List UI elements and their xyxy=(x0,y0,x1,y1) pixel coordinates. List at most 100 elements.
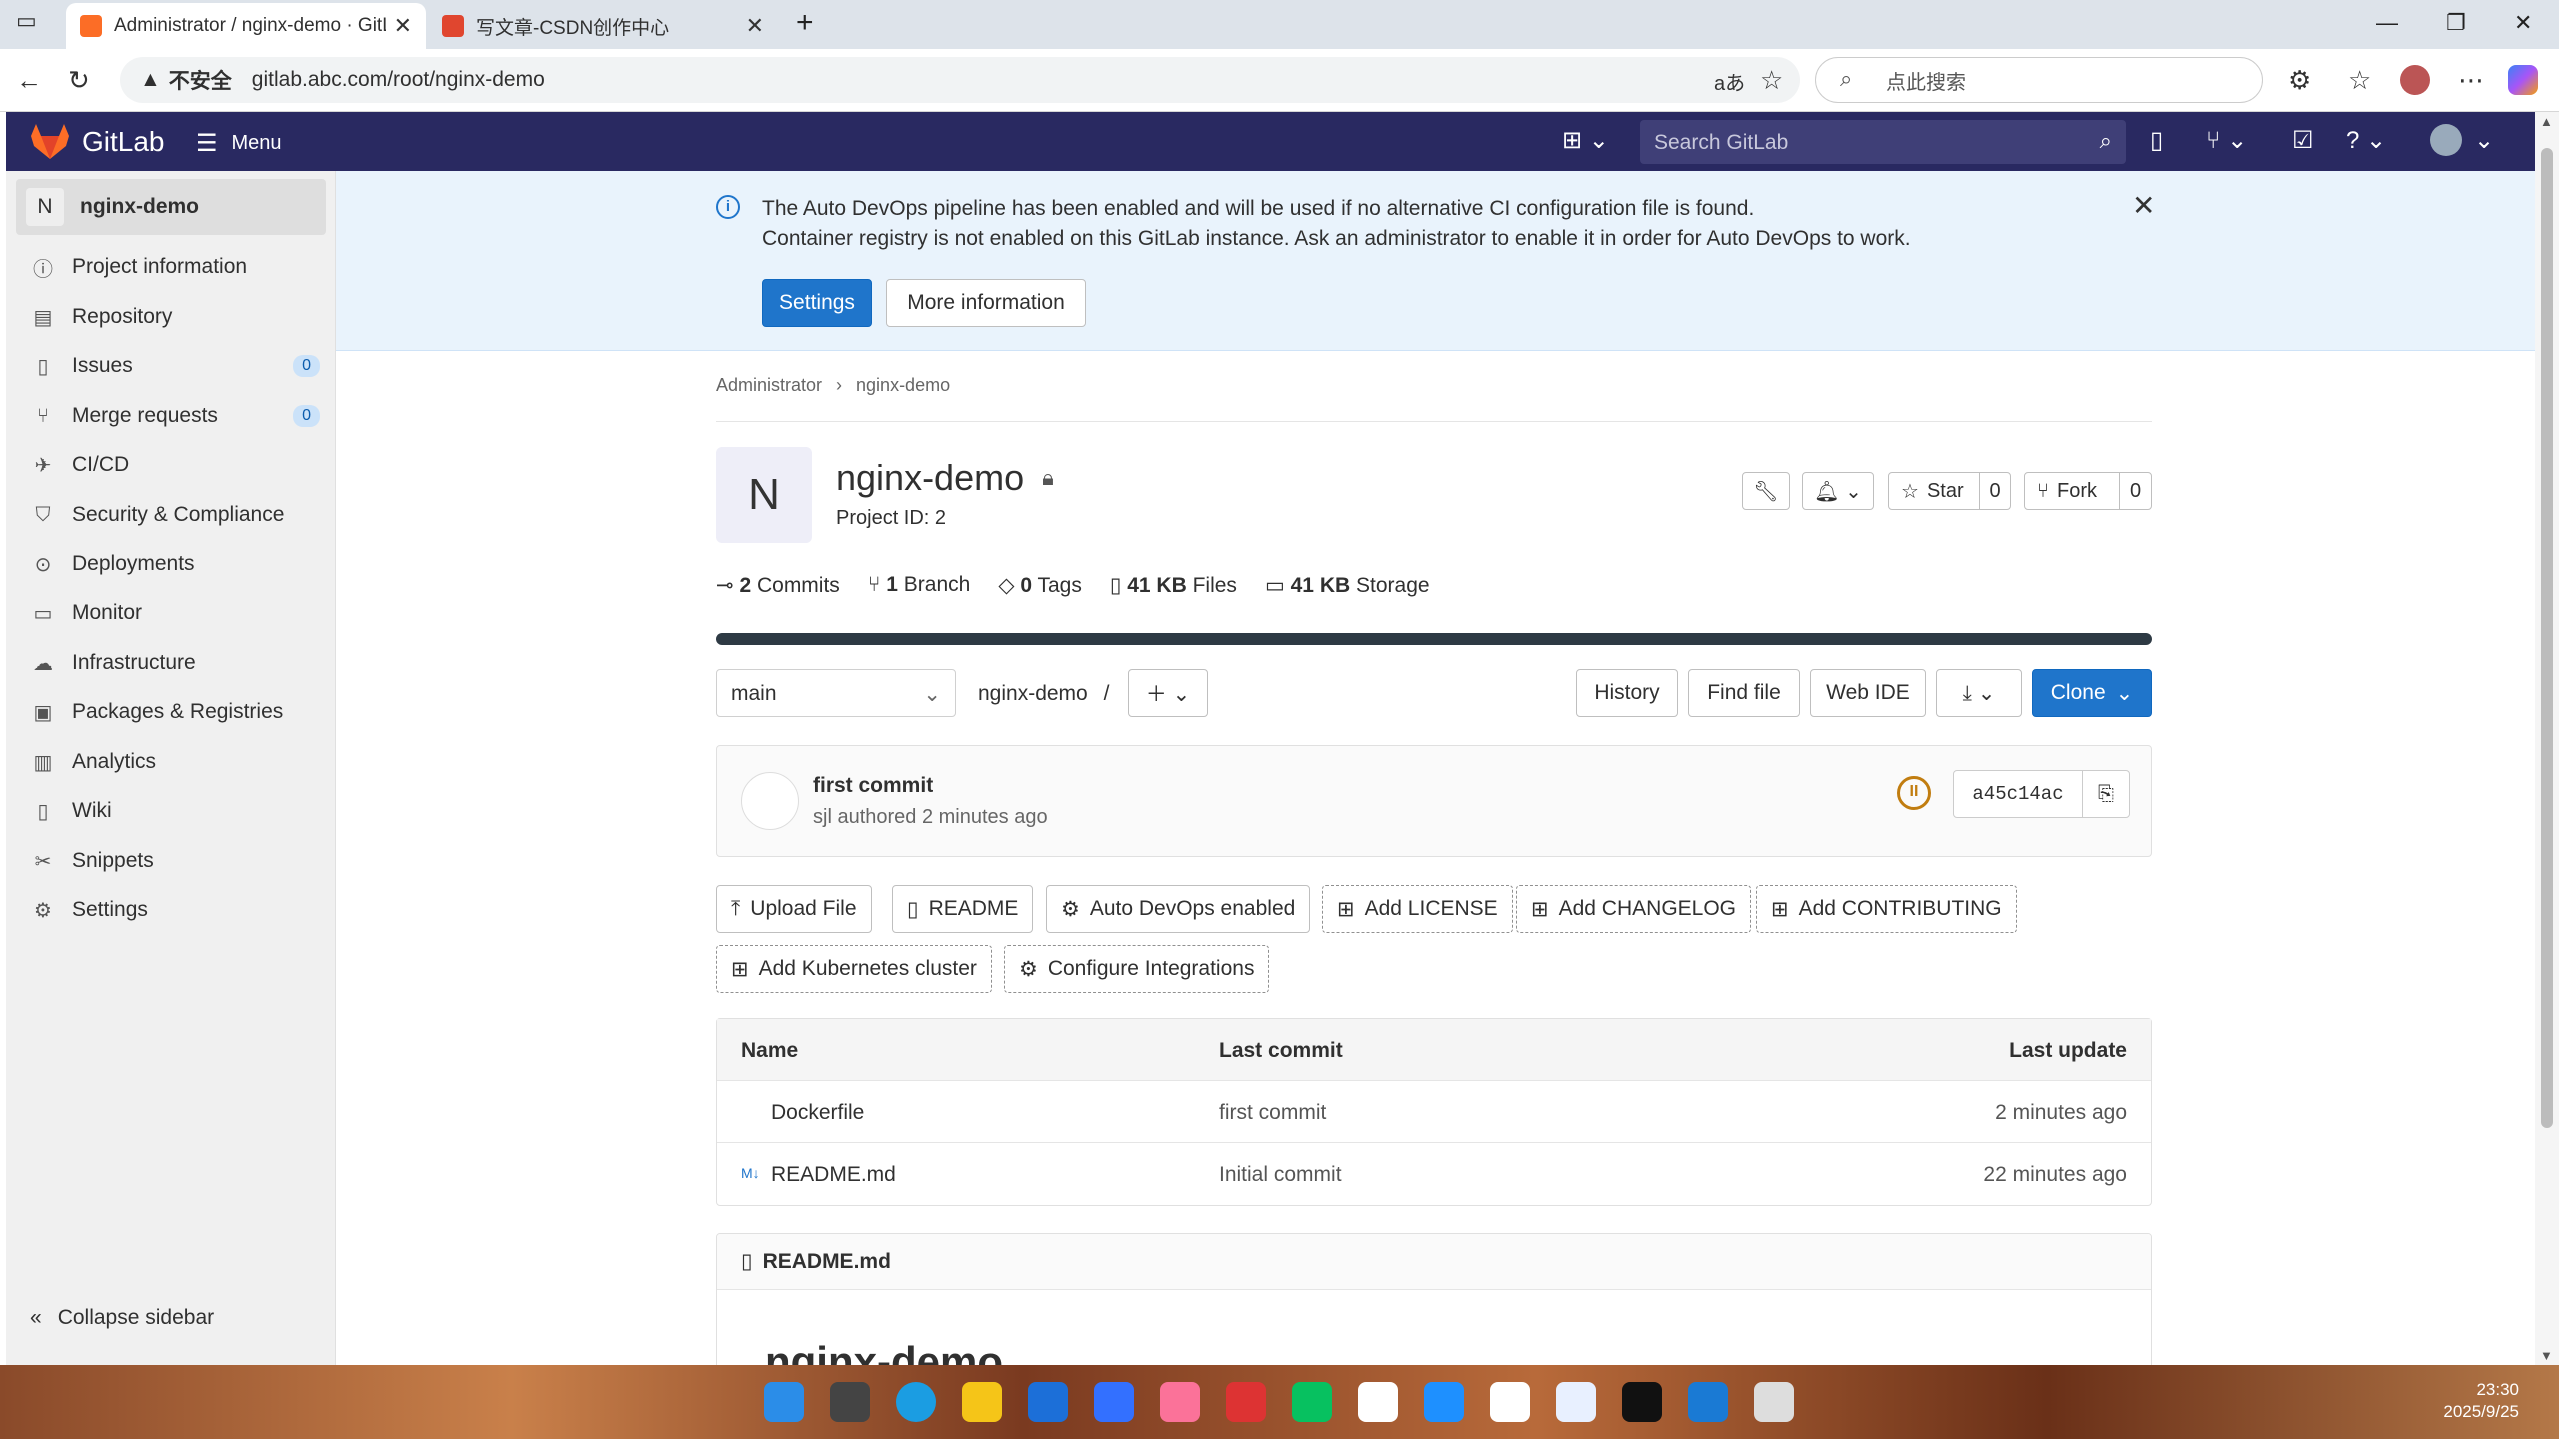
clone-button[interactable]: Clone ⌄ xyxy=(2032,669,2152,717)
store-icon[interactable] xyxy=(1028,1382,1068,1422)
system-clock[interactable]: 23:30 2025/9/25 xyxy=(2443,1379,2519,1423)
branch-selector[interactable]: main ⌄ xyxy=(716,669,956,717)
sidebar-item-snippets[interactable]: ✂ Snippets xyxy=(30,841,330,881)
scroll-up-icon[interactable]: ▲ xyxy=(2540,114,2553,129)
reload-icon[interactable]: ↻ xyxy=(68,65,90,96)
page-scrollbar[interactable]: ▲ ▼ xyxy=(2535,112,2559,1365)
sidebar-item-deployments[interactable]: ⊙ Deployments xyxy=(30,544,330,584)
banner-settings-button[interactable]: Settings xyxy=(762,279,872,327)
profile-avatar[interactable] xyxy=(2400,65,2430,95)
readme-button[interactable]: ▯ README xyxy=(892,885,1034,933)
file-last-commit[interactable]: first commit xyxy=(1219,1101,1326,1125)
star-count[interactable]: 0 xyxy=(1979,472,2011,510)
url-input[interactable]: ▲ 不安全 gitlab.abc.com/root/nginx-demo xyxy=(120,57,1800,103)
browser-tab-csdn[interactable]: 写文章-CSDN创作中心 ✕ xyxy=(428,3,778,49)
sidebar-item-merge-requests[interactable]: ⑂ Merge requests 0 xyxy=(30,396,330,436)
new-item-icon[interactable]: ⊞ ⌄ xyxy=(1562,126,1609,155)
copy-sha-button[interactable]: ⎘ xyxy=(2082,770,2130,818)
sidebar-item-repository[interactable]: ▤ Repository xyxy=(30,297,330,337)
web-ide-button[interactable]: Web IDE xyxy=(1810,669,1926,717)
add-license-button[interactable]: ⊞ Add LICENSE xyxy=(1322,885,1513,933)
translate-icon[interactable]: aあ xyxy=(1714,67,1745,96)
browser-tab-gitlab[interactable]: Administrator / nginx-demo · GitL ✕ xyxy=(66,3,426,49)
sidebar-item-infrastructure[interactable]: ☁ Infrastructure xyxy=(30,643,330,683)
table-row[interactable]: M↓ README.md Initial commit 22 minutes a… xyxy=(717,1143,2151,1205)
app-icon[interactable] xyxy=(1226,1382,1266,1422)
sidebar-item-monitor[interactable]: ▭ Monitor xyxy=(30,593,330,633)
sidebar-item-issues[interactable]: ▯ Issues 0 xyxy=(30,346,330,386)
table-row[interactable]: Dockerfile first commit 2 minutes ago xyxy=(717,1081,2151,1143)
sidebar-item-packages[interactable]: ▣ Packages & Registries xyxy=(30,692,330,732)
chevron-down-icon[interactable]: ⌄ xyxy=(2474,126,2494,155)
scroll-down-icon[interactable]: ▼ xyxy=(2540,1348,2553,1363)
close-tab-icon[interactable]: ✕ xyxy=(394,13,412,39)
capcut-icon[interactable] xyxy=(1622,1382,1662,1422)
help-icon[interactable]: ? ⌄ xyxy=(2346,126,2386,155)
tab-actions-icon[interactable]: ▭ xyxy=(16,8,37,34)
menu-button[interactable]: ☰ Menu xyxy=(196,129,282,158)
tags-stat[interactable]: ◇ 0 Tags xyxy=(998,573,1082,598)
task-view-icon[interactable] xyxy=(830,1382,870,1422)
minimize-icon[interactable]: — xyxy=(2376,10,2398,36)
sidebar-item-security[interactable]: ⛉ Security & Compliance xyxy=(30,495,330,535)
browser-search-input[interactable]: ⌕ 点此搜索 xyxy=(1815,57,2263,103)
close-window-icon[interactable]: ✕ xyxy=(2514,10,2532,36)
commits-stat[interactable]: ⊸ 2 Commits xyxy=(716,573,840,598)
gitlab-brand[interactable]: GitLab xyxy=(82,126,165,158)
sidebar-item-settings[interactable]: ⚙ Settings xyxy=(30,890,330,930)
issues-icon[interactable]: ▯ xyxy=(2150,126,2163,155)
restore-icon[interactable]: ❐ xyxy=(2446,10,2466,36)
add-to-tree-button[interactable]: ＋ ⌄ xyxy=(1128,669,1208,717)
find-file-button[interactable]: Find file xyxy=(1688,669,1800,717)
start-icon[interactable] xyxy=(764,1382,804,1422)
gitlab-logo-icon[interactable] xyxy=(30,122,70,160)
user-avatar[interactable] xyxy=(2430,124,2462,156)
fork-count[interactable]: 0 xyxy=(2119,472,2152,510)
edge-icon[interactable] xyxy=(896,1382,936,1422)
merge-requests-icon[interactable]: ⑂ ⌄ xyxy=(2206,126,2247,155)
auto-devops-button[interactable]: ⚙ Auto DevOps enabled xyxy=(1046,885,1311,933)
commit-sha[interactable]: a45c14ac xyxy=(1953,770,2083,818)
snipping-tool-icon[interactable] xyxy=(1754,1382,1794,1422)
breadcrumb-item-administrator[interactable]: Administrator xyxy=(716,375,822,396)
remote-desktop-icon[interactable] xyxy=(1688,1382,1728,1422)
wechat-icon[interactable] xyxy=(1292,1382,1332,1422)
files-stat[interactable]: ▯ 41 KB Files xyxy=(1110,573,1237,598)
file-explorer-icon[interactable] xyxy=(962,1382,1002,1422)
wrench-button[interactable]: 🔧︎ xyxy=(1742,472,1790,510)
commit-message[interactable]: first commit xyxy=(813,774,933,798)
favorites-icon[interactable]: ☆ xyxy=(2348,65,2371,96)
qq-icon[interactable] xyxy=(1358,1382,1398,1422)
sidebar-item-wiki[interactable]: ▯ Wiki xyxy=(30,791,330,831)
file-name[interactable]: Dockerfile xyxy=(771,1101,864,1125)
configure-integrations-button[interactable]: ⚙ Configure Integrations xyxy=(1004,945,1270,993)
gitlab-search-input[interactable]: Search GitLab ⌕ xyxy=(1640,120,2126,164)
pipeline-paused-icon[interactable]: II xyxy=(1897,776,1931,810)
bilibili-icon[interactable] xyxy=(1160,1382,1200,1422)
branch-stat[interactable]: ⑂ 1 Branch xyxy=(868,573,971,598)
add-changelog-button[interactable]: ⊞ Add CHANGELOG xyxy=(1516,885,1752,933)
history-button[interactable]: History xyxy=(1576,669,1678,717)
download-button[interactable]: ⤓ ⌄ xyxy=(1936,669,2022,717)
copilot-icon[interactable] xyxy=(2508,65,2538,95)
sidebar-item-ci-cd[interactable]: ✈ CI/CD xyxy=(30,445,330,485)
collapse-sidebar-button[interactable]: « Collapse sidebar xyxy=(30,1306,214,1330)
fork-button[interactable]: ⑂ Fork xyxy=(2024,472,2120,510)
breadcrumb-item-project[interactable]: nginx-demo xyxy=(856,375,950,396)
add-kubernetes-cluster-button[interactable]: ⊞ Add Kubernetes cluster xyxy=(716,945,992,993)
more-information-button[interactable]: More information xyxy=(886,279,1086,327)
file-name[interactable]: README.md xyxy=(771,1163,896,1187)
more-icon[interactable]: ⋯ xyxy=(2458,65,2484,96)
star-button[interactable]: ☆ Star xyxy=(1888,472,1980,510)
feishu-icon[interactable] xyxy=(1094,1382,1134,1422)
scrollbar-thumb[interactable] xyxy=(2541,148,2553,1128)
dingtalk-icon[interactable] xyxy=(1424,1382,1464,1422)
notifications-button[interactable]: 🔔︎ ⌄ xyxy=(1802,472,1874,510)
new-tab-icon[interactable]: + xyxy=(796,6,814,40)
sidebar-project-link[interactable]: N nginx-demo xyxy=(16,179,326,235)
close-icon[interactable]: ✕ xyxy=(2132,189,2155,222)
sidebar-item-project-information[interactable]: ⓘ Project information xyxy=(30,247,330,287)
baidu-netdisk-icon[interactable] xyxy=(1556,1382,1596,1422)
app-icon[interactable] xyxy=(1490,1382,1530,1422)
favorite-star-icon[interactable]: ☆ xyxy=(1760,65,1783,96)
